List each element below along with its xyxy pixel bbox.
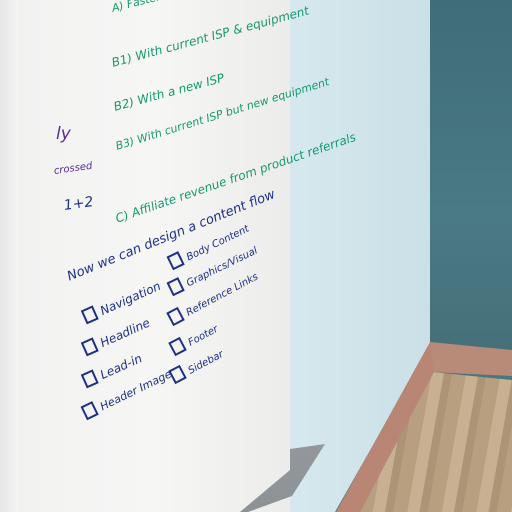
whiteboard-photo: A) Faster download speeds at home B1) Wi… — [0, 0, 512, 512]
margin-note-ly: ly — [56, 124, 71, 144]
teal-back-wall — [420, 0, 512, 360]
whiteboard-frame — [0, 0, 19, 512]
